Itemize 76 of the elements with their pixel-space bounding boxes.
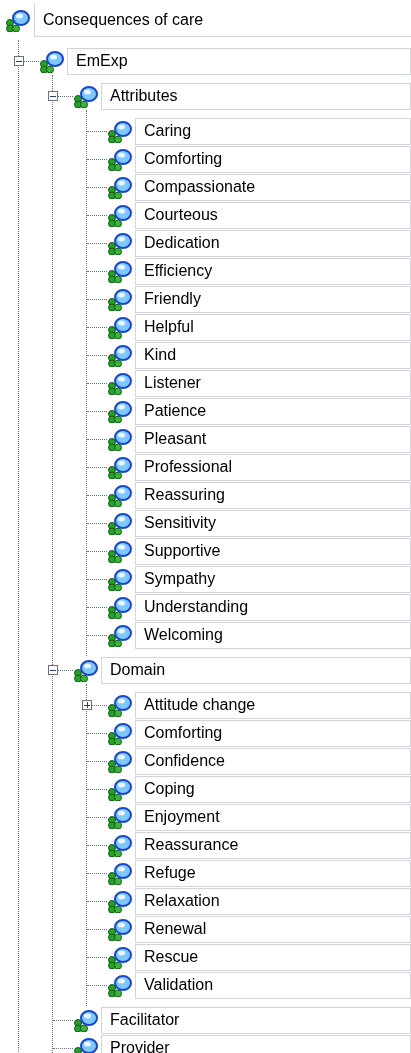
node-icon bbox=[107, 343, 133, 367]
node-label[interactable]: Rescue bbox=[135, 943, 411, 971]
node-label[interactable]: Sensitivity bbox=[135, 509, 411, 537]
expander[interactable] bbox=[14, 56, 24, 66]
node-label[interactable]: Attitude change bbox=[135, 691, 411, 719]
node-label[interactable]: Reassuring bbox=[135, 481, 411, 509]
node-icon bbox=[107, 483, 133, 507]
node-label[interactable]: Provider bbox=[101, 1034, 411, 1053]
node-icon bbox=[107, 567, 133, 591]
node-label[interactable]: Refuge bbox=[135, 859, 411, 887]
node-label[interactable]: Confidence bbox=[135, 747, 411, 775]
node-label[interactable]: Friendly bbox=[135, 285, 411, 313]
node-label[interactable]: Renewal bbox=[135, 915, 411, 943]
node-icon bbox=[107, 889, 133, 913]
node-icon bbox=[107, 315, 133, 339]
node-icon bbox=[107, 973, 133, 997]
node-label[interactable]: Domain bbox=[101, 656, 411, 684]
node-icon bbox=[107, 147, 133, 171]
node-icon bbox=[107, 203, 133, 227]
node-label[interactable]: Coping bbox=[135, 775, 411, 803]
node-icon bbox=[107, 371, 133, 395]
node-icon bbox=[107, 623, 133, 647]
node-icon bbox=[107, 427, 133, 451]
node-label[interactable]: Relaxation bbox=[135, 887, 411, 915]
node-icon bbox=[107, 945, 133, 969]
node-icon bbox=[107, 231, 133, 255]
node-label[interactable]: Validation bbox=[135, 971, 411, 999]
node-label[interactable]: Sympathy bbox=[135, 565, 411, 593]
node-icon bbox=[73, 84, 99, 108]
node-label[interactable]: Comforting bbox=[135, 719, 411, 747]
node-icon bbox=[107, 119, 133, 143]
node-icon bbox=[107, 595, 133, 619]
node-label[interactable]: Compassionate bbox=[135, 173, 411, 201]
node-icon bbox=[107, 917, 133, 941]
node-icon bbox=[107, 805, 133, 829]
node-icon bbox=[107, 693, 133, 717]
node-icon bbox=[107, 833, 133, 857]
node-label[interactable]: Consequences of care bbox=[34, 3, 411, 37]
node-icon bbox=[107, 749, 133, 773]
expander[interactable] bbox=[48, 91, 58, 101]
node-label[interactable]: Understanding bbox=[135, 593, 411, 621]
node-icon bbox=[107, 399, 133, 423]
node-icon bbox=[107, 539, 133, 563]
node-icon bbox=[107, 721, 133, 745]
node-icon bbox=[73, 1008, 99, 1032]
node-label[interactable]: Comforting bbox=[135, 145, 411, 173]
node-icon bbox=[107, 455, 133, 479]
node-label[interactable]: Patience bbox=[135, 397, 411, 425]
node-label[interactable]: Professional bbox=[135, 453, 411, 481]
node-icon bbox=[107, 777, 133, 801]
node-icon bbox=[107, 287, 133, 311]
node-label[interactable]: Facilitator bbox=[101, 1006, 411, 1034]
node-icon bbox=[5, 8, 31, 32]
node-icon bbox=[73, 1036, 99, 1053]
node-icon bbox=[107, 259, 133, 283]
expander[interactable] bbox=[82, 700, 92, 710]
node-label[interactable]: Efficiency bbox=[135, 257, 411, 285]
node-icon bbox=[39, 49, 65, 73]
node-label[interactable]: EmExp bbox=[67, 47, 411, 75]
node-label[interactable]: Helpful bbox=[135, 313, 411, 341]
node-label[interactable]: Courteous bbox=[135, 201, 411, 229]
expander[interactable] bbox=[48, 665, 58, 675]
node-icon bbox=[107, 861, 133, 885]
node-icon bbox=[107, 175, 133, 199]
node-label[interactable]: Supportive bbox=[135, 537, 411, 565]
node-label[interactable]: Welcoming bbox=[135, 621, 411, 649]
node-label[interactable]: Kind bbox=[135, 341, 411, 369]
node-label[interactable]: Listener bbox=[135, 369, 411, 397]
node-label[interactable]: Reassurance bbox=[135, 831, 411, 859]
node-label[interactable]: Attributes bbox=[101, 82, 411, 110]
node-icon bbox=[73, 658, 99, 682]
node-label[interactable]: Enjoyment bbox=[135, 803, 411, 831]
node-label[interactable]: Pleasant bbox=[135, 425, 411, 453]
node-icon bbox=[107, 511, 133, 535]
node-label[interactable]: Dedication bbox=[135, 229, 411, 257]
node-label[interactable]: Caring bbox=[135, 117, 411, 145]
